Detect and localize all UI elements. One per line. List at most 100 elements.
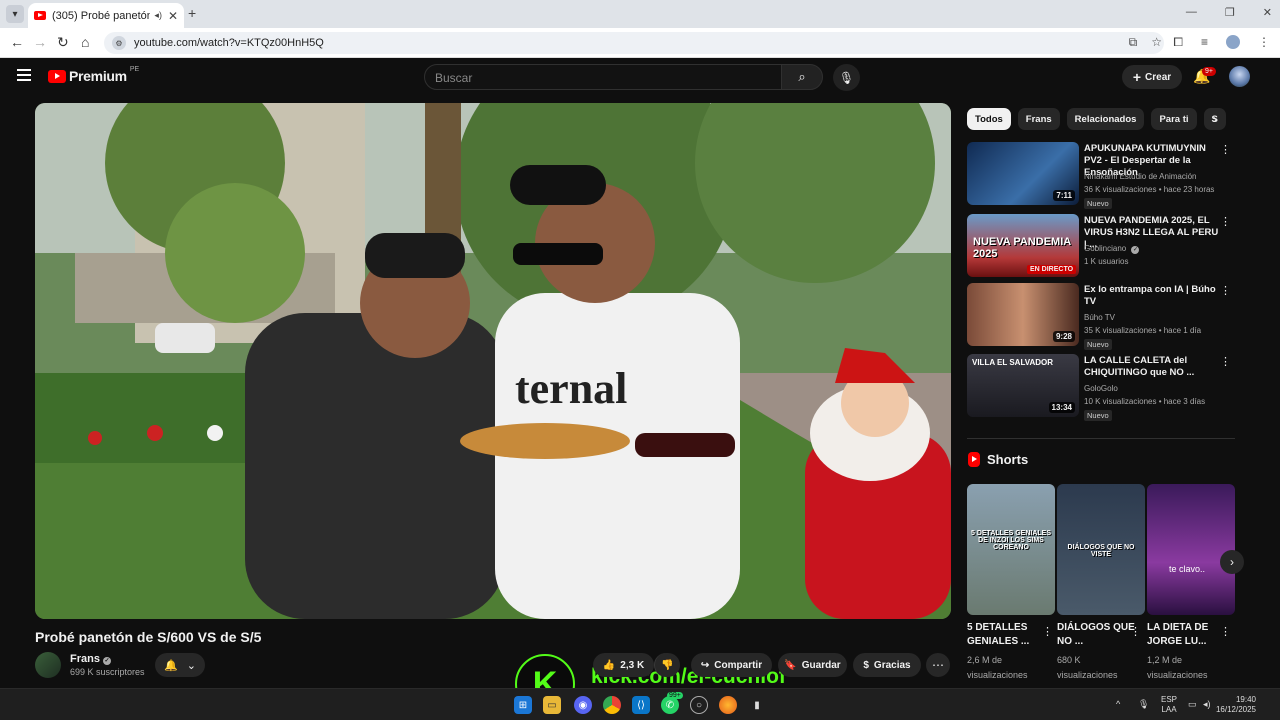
short-caption: 5 DETALLES GENIALES DE INZOI LOS SIMS CO… bbox=[971, 530, 1051, 551]
system-clock[interactable]: 19:40 16/12/2025 bbox=[1216, 695, 1256, 715]
extensions-icon[interactable]: ⧠ bbox=[1173, 35, 1183, 50]
minimize-icon[interactable]: — bbox=[1186, 6, 1197, 19]
speaker-icon[interactable]: ◂) bbox=[154, 10, 162, 21]
home-icon[interactable]: ⌂ bbox=[81, 34, 89, 50]
hamburger-menu-icon[interactable] bbox=[17, 69, 31, 81]
site-info-icon[interactable]: ⚙ bbox=[112, 36, 126, 50]
new-tab-icon[interactable]: + bbox=[188, 5, 196, 21]
network-icon[interactable]: ▭ bbox=[1188, 699, 1197, 710]
tray-mic-icon[interactable]: 🎙 bbox=[1138, 699, 1149, 710]
rec-thumbnail[interactable]: 7:11 bbox=[967, 142, 1079, 205]
rec-item-2[interactable]: NUEVA PANDEMIA 2025 EN DIRECTO NUEVA PAN… bbox=[967, 214, 1235, 278]
channel-avatar[interactable] bbox=[35, 652, 61, 678]
video-player[interactable]: ternal bbox=[35, 103, 951, 619]
forward-icon[interactable]: → bbox=[33, 34, 47, 50]
microphone-icon[interactable]: 🎙 bbox=[833, 64, 860, 91]
chip-frans[interactable]: Frans bbox=[1017, 108, 1060, 130]
create-button[interactable]: + Crear bbox=[1122, 65, 1182, 89]
profile-avatar[interactable] bbox=[1226, 35, 1240, 49]
search-icon[interactable]: ⌕ bbox=[781, 64, 823, 90]
rec-thumbnail[interactable]: VILLA EL SALVADOR 13:34 bbox=[967, 354, 1079, 417]
kebab-menu-icon[interactable]: ⋮ bbox=[1042, 625, 1053, 638]
language-code: ESP bbox=[1161, 695, 1178, 704]
kebab-menu-icon[interactable]: ⋮ bbox=[1220, 284, 1231, 297]
volume-icon[interactable]: ◂) bbox=[1203, 699, 1211, 710]
short-thumbnail-1[interactable]: 5 DETALLES GENIALES DE INZOI LOS SIMS CO… bbox=[967, 484, 1055, 615]
thanks-label: Gracias bbox=[873, 659, 911, 671]
rec-channel[interactable]: Ninakami Estudio de Animación bbox=[1084, 172, 1197, 181]
youtube-premium-logo[interactable]: Premium PE bbox=[48, 66, 139, 84]
logo-text: Premium bbox=[69, 68, 127, 84]
thanks-button[interactable]: $ Gracias bbox=[853, 653, 921, 677]
short-views: 680 K visualizaciones bbox=[1057, 655, 1118, 680]
reload-icon[interactable]: ↻ bbox=[57, 34, 69, 51]
youtube-logo-icon bbox=[48, 69, 66, 83]
more-actions-icon[interactable]: ⋯ bbox=[926, 653, 950, 677]
tab-search-icon[interactable]: ▾ bbox=[6, 5, 24, 23]
short-thumbnail-2[interactable]: DIÁLOGOS QUE NO VISTE bbox=[1057, 484, 1145, 615]
menu-kebab-icon[interactable]: ⋮ bbox=[1258, 35, 1270, 50]
back-icon[interactable]: ← bbox=[10, 34, 24, 50]
discord-icon[interactable]: ◉ bbox=[574, 696, 592, 714]
chip-para-ti[interactable]: Para ti bbox=[1151, 108, 1197, 130]
address-bar[interactable]: ⚙ youtube.com/watch?v=KTQz00HnH5Q bbox=[104, 32, 1164, 54]
like-count: 2,3 K bbox=[620, 659, 645, 671]
close-window-icon[interactable]: ✕ bbox=[1263, 6, 1272, 19]
short-views: 1,2 M de visualizaciones bbox=[1147, 655, 1208, 680]
input-language[interactable]: ESP LAA bbox=[1161, 695, 1177, 715]
rec-title[interactable]: LA CALLE CALETA del CHIQUITINGO que NO .… bbox=[1084, 355, 1219, 379]
maximize-icon[interactable]: ❐ bbox=[1225, 6, 1235, 19]
share-icon: ↪ bbox=[700, 659, 710, 671]
file-explorer-icon[interactable]: ▭ bbox=[543, 696, 561, 714]
thumbs-down-icon: 👎 bbox=[661, 659, 674, 671]
rec-item-3[interactable]: 9:28 Ex lo entrampa con IA | Búho TV Búh… bbox=[967, 283, 1235, 350]
chip-relacionados[interactable]: Relacionados bbox=[1066, 108, 1145, 130]
share-button[interactable]: ↪ Compartir bbox=[691, 653, 772, 677]
rec-title[interactable]: Ex lo entrampa con IA | Búho TV bbox=[1084, 284, 1219, 308]
chip-todos[interactable]: Todos bbox=[967, 108, 1011, 130]
kebab-menu-icon[interactable]: ⋮ bbox=[1220, 143, 1231, 156]
short-thumbnail-3[interactable]: te clavo.. bbox=[1147, 484, 1235, 615]
chrome-icon[interactable] bbox=[603, 696, 621, 714]
user-avatar[interactable] bbox=[1229, 66, 1250, 87]
windows-start-icon[interactable]: ⊞ bbox=[514, 696, 532, 714]
short-title[interactable]: DIÁLOGOS QUE NO ... bbox=[1057, 621, 1137, 649]
vscode-icon[interactable]: ⟨⟩ bbox=[632, 696, 650, 714]
kebab-menu-icon[interactable]: ⋮ bbox=[1220, 215, 1231, 228]
rec-channel[interactable]: Goblinciano ✓ bbox=[1084, 244, 1140, 254]
shorts-next-icon[interactable]: › bbox=[1220, 550, 1244, 574]
rec-thumbnail[interactable]: 9:28 bbox=[967, 283, 1079, 346]
kebab-menu-icon[interactable]: ⋮ bbox=[1220, 355, 1231, 368]
rec-channel[interactable]: GoloGolo bbox=[1084, 384, 1118, 393]
rec-channel[interactable]: Búho TV bbox=[1084, 313, 1115, 322]
notification-count-badge: 9+ bbox=[1202, 67, 1216, 76]
rec-item-4[interactable]: VILLA EL SALVADOR 13:34 LA CALLE CALETA … bbox=[967, 354, 1235, 421]
kebab-menu-icon[interactable]: ⋮ bbox=[1220, 625, 1231, 638]
browser-tab[interactable]: (305) Probé panetón de S/6 ◂) ✕ bbox=[28, 3, 184, 28]
channel-name[interactable]: Frans ✓ bbox=[70, 653, 111, 665]
firefox-icon[interactable] bbox=[719, 696, 737, 714]
short-title[interactable]: LA DIETA DE JORGE LU... bbox=[1147, 621, 1227, 649]
chevron-right-icon[interactable]: › bbox=[1213, 112, 1217, 126]
subscriber-count: 699 K suscriptores bbox=[70, 667, 145, 677]
bookmark-star-icon[interactable]: ☆ bbox=[1151, 35, 1162, 50]
live-badge: EN DIRECTO bbox=[1027, 265, 1077, 274]
save-button[interactable]: 🔖 Guardar bbox=[778, 653, 847, 677]
terminal-icon[interactable]: ▮ bbox=[748, 696, 766, 714]
install-app-icon[interactable]: ⧉ bbox=[1129, 35, 1138, 50]
kebab-menu-icon[interactable]: ⋮ bbox=[1130, 625, 1141, 638]
channel-name-text: Frans bbox=[70, 653, 100, 665]
short-title[interactable]: 5 DETALLES GENIALES ... bbox=[967, 621, 1047, 649]
rec-item-1[interactable]: 7:11 APUKUNAPA KUTIMUYNIN PV2 - El Despe… bbox=[967, 142, 1235, 209]
verified-icon: ✓ bbox=[1131, 246, 1140, 254]
tray-overflow-icon[interactable]: ^ bbox=[1116, 699, 1120, 709]
subscription-bell-button[interactable]: 🔔 ⌄ bbox=[155, 653, 205, 677]
dislike-button[interactable]: 👎 bbox=[654, 653, 680, 677]
like-button[interactable]: 👍 2,3 K bbox=[593, 653, 654, 677]
app-icon[interactable]: ○ bbox=[690, 696, 708, 714]
rec-thumbnail[interactable]: NUEVA PANDEMIA 2025 EN DIRECTO bbox=[967, 214, 1079, 277]
search-input[interactable]: Buscar bbox=[424, 64, 782, 90]
reading-list-icon[interactable]: ≡ bbox=[1201, 35, 1208, 50]
close-tab-icon[interactable]: ✕ bbox=[168, 9, 178, 23]
browser-tab-strip: ▾ (305) Probé panetón de S/6 ◂) ✕ + — ❐ … bbox=[0, 0, 1280, 28]
